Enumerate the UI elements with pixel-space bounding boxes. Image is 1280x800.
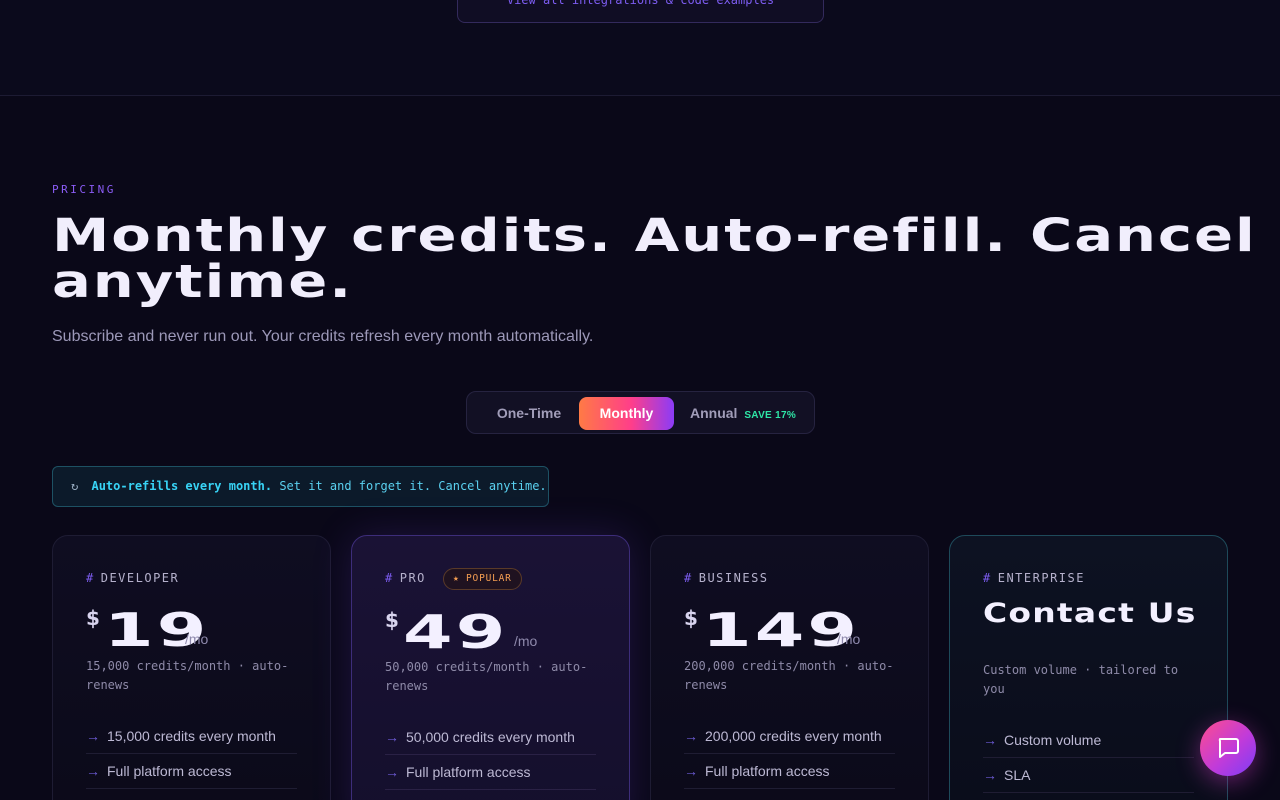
- feature-label: Full platform access: [406, 764, 531, 780]
- feature-item: → 50,000 credits every month: [385, 720, 596, 755]
- arrow-icon: →: [684, 763, 698, 779]
- feature-item: → Custom volume: [983, 723, 1194, 758]
- feature-item: → Full platform access: [684, 754, 895, 789]
- feature-item: → 15,000 credits every month: [86, 719, 297, 754]
- feature-label: Full platform access: [705, 763, 830, 779]
- plan-card-enterprise: # ENTERPRISE Contact Us Custom volume · t…: [949, 535, 1228, 800]
- notice-strong: Auto-refills every month.: [91, 479, 273, 493]
- plan-name: # BUSINESS: [684, 571, 769, 585]
- currency-symbol: $: [86, 606, 100, 630]
- plan-card-business: # BUSINESS $ 149 /mo 200,000 credits/mont…: [650, 535, 929, 800]
- plan-credits-note: Custom volume · tailored to you: [983, 663, 1179, 696]
- billing-toggle: One-Time Monthly Annual SAVE 17%: [466, 391, 815, 434]
- price-amount: 19: [104, 603, 210, 657]
- plan-name: # DEVELOPER: [86, 571, 180, 585]
- plan-name-label: DEVELOPER: [100, 571, 180, 585]
- chat-icon: [1218, 738, 1239, 758]
- plan-name: # PRO: [385, 571, 426, 585]
- top-section: View all integrations & code examples: [0, 0, 1280, 96]
- plan-credits-note: 200,000 credits/month · auto-renews: [684, 659, 894, 692]
- feature-label: 50,000 credits every month: [406, 729, 575, 745]
- popular-badge: ★ POPULAR: [443, 568, 522, 590]
- feature-item: → 200,000 credits every month: [684, 719, 895, 754]
- arrow-icon: →: [385, 729, 399, 745]
- feature-label: 200,000 credits every month: [705, 728, 882, 744]
- arrow-icon: →: [983, 767, 997, 783]
- feature-list: → 200,000 credits every month → Full platf…: [684, 719, 895, 789]
- plan-name: # ENTERPRISE: [983, 571, 1085, 585]
- feature-list: → 50,000 credits every month → Full platfo…: [385, 720, 596, 790]
- price-period: /mo: [514, 633, 538, 649]
- feature-item: → Full platform access: [86, 754, 297, 789]
- feature-item: → Full platform access: [385, 755, 596, 790]
- notice-text: Set it and forget it. Cancel anytime.: [279, 479, 547, 493]
- plan-card-developer: # DEVELOPER $ 19 /mo 15,000 credits/month…: [52, 535, 331, 800]
- plan-name-label: ENTERPRISE: [997, 571, 1085, 585]
- price-amount: 49: [403, 605, 509, 659]
- plan-name-label: BUSINESS: [698, 571, 769, 585]
- arrow-icon: →: [86, 728, 100, 744]
- refresh-icon: ↻: [71, 479, 79, 493]
- currency-symbol: $: [385, 608, 399, 632]
- pricing-headline: Monthly credits. Auto-refill. Cancel any…: [52, 209, 1257, 308]
- plan-credits-note: 15,000 credits/month · auto-renews: [86, 659, 289, 692]
- feature-list: → Custom volume → SLA: [983, 723, 1194, 793]
- arrow-icon: →: [983, 732, 997, 748]
- toggle-annual[interactable]: Annual SAVE 17%: [683, 397, 803, 430]
- contact-us-title: Contact Us: [983, 598, 1197, 629]
- price-period: /mo: [837, 631, 861, 647]
- feature-list: → 15,000 credits every month → Full platfo…: [86, 719, 297, 789]
- plan-card-pro: # PRO ★ POPULAR $ 49 /mo 50,000 credits/m…: [351, 535, 630, 800]
- save-badge: SAVE 17%: [744, 410, 797, 421]
- feature-label: Full platform access: [107, 763, 232, 779]
- currency-symbol: $: [684, 606, 698, 630]
- toggle-monthly[interactable]: Monthly: [579, 397, 674, 430]
- toggle-one-time[interactable]: One-Time: [479, 397, 579, 430]
- price-amount: 149: [702, 603, 861, 657]
- toggle-annual-label: Annual: [689, 405, 738, 421]
- arrow-icon: →: [684, 728, 698, 744]
- pricing-eyebrow: PRICING: [52, 183, 116, 196]
- feature-label: SLA: [1004, 767, 1031, 783]
- arrow-icon: →: [385, 764, 399, 780]
- feature-label: 15,000 credits every month: [107, 728, 276, 744]
- auto-refill-notice: ↻ Auto-refills every month. Set it and f…: [52, 466, 549, 507]
- price-period: /mo: [185, 631, 209, 647]
- plan-credits-note: 50,000 credits/month · auto-renews: [385, 660, 588, 693]
- arrow-icon: →: [86, 763, 100, 779]
- chat-button[interactable]: [1200, 720, 1256, 776]
- pricing-subhead: Subscribe and never run out. Your credit…: [52, 328, 594, 345]
- feature-item: → SLA: [983, 758, 1194, 793]
- feature-label: Custom volume: [1004, 732, 1102, 748]
- plan-name-label: PRO: [399, 571, 426, 585]
- view-integrations-link[interactable]: View all integrations & code examples: [457, 0, 824, 23]
